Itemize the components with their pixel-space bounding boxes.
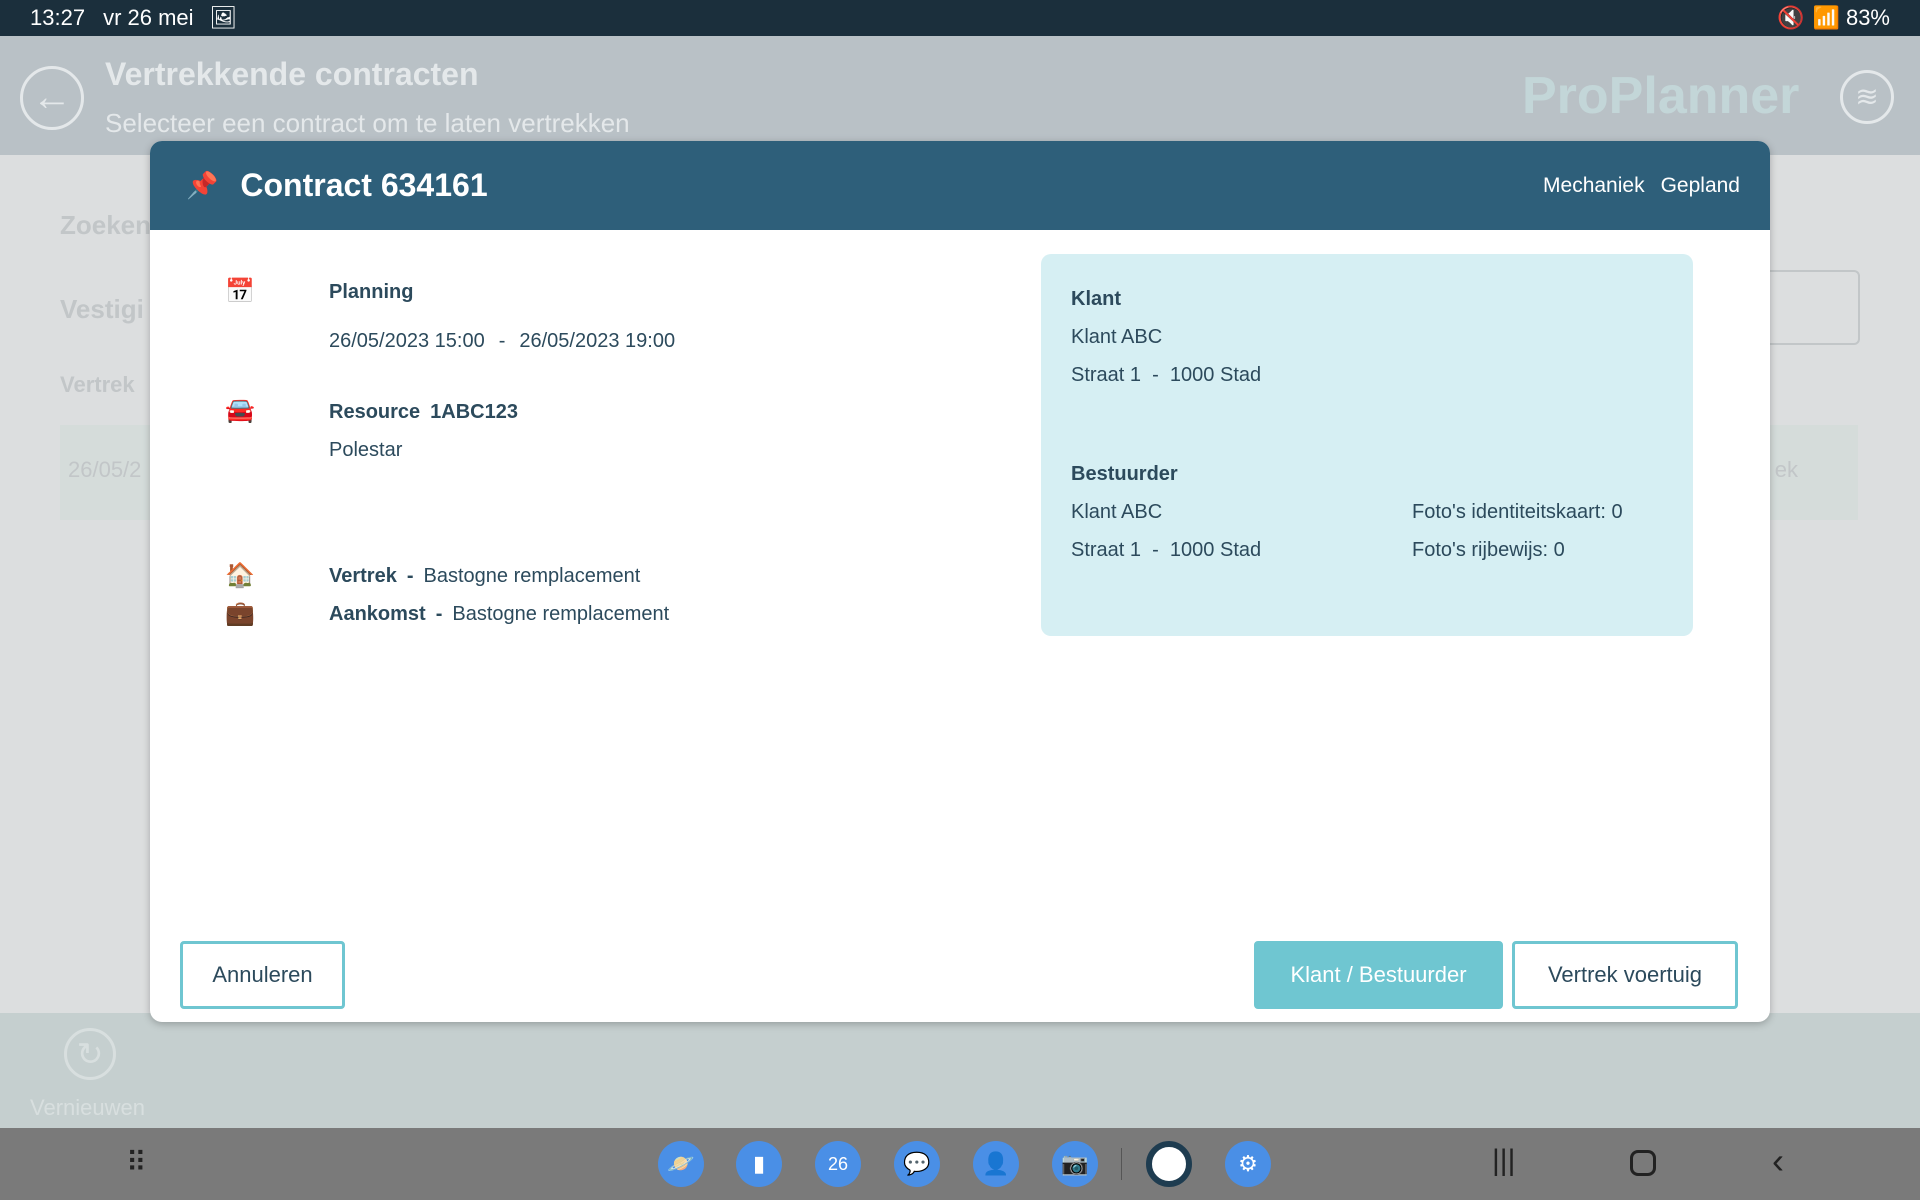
departure-info: Vertrek - Bastogne remplacement [329, 565, 640, 588]
status-bar: 13:27 vr 26 mei 🖼 🔇 📶 83% [0, 0, 1920, 36]
driver-name: Klant ABC [1071, 501, 1163, 523]
settings-icon[interactable]: ⚙ [1225, 1141, 1271, 1187]
arrival-label: Aankomst [329, 603, 426, 625]
contacts-icon[interactable]: 👤 [973, 1141, 1019, 1187]
customer-name: Klant ABC [1071, 326, 1163, 348]
arrival-info: Aankomst - Bastogne remplacement [329, 603, 669, 626]
departure-location: Bastogne remplacement [423, 565, 641, 587]
depart-vehicle-button[interactable]: Vertrek voertuig [1512, 941, 1738, 1009]
browser-icon[interactable]: 🪐 [658, 1141, 704, 1187]
customer-driver-button[interactable]: Klant / Bestuurder [1254, 941, 1503, 1009]
pin-icon[interactable]: 📌 [186, 170, 218, 201]
mute-icon: 🔇 [1777, 5, 1805, 30]
footer-area: ↻ Vernieuwen [0, 1013, 1920, 1128]
navigation-bar: ⠿ 🪐 ▮ 26 💬 👤 📷 ⚙ ||| ‹ [0, 1128, 1920, 1200]
dock-divider [1121, 1148, 1122, 1180]
row-date: 26/05/2 [68, 457, 142, 482]
battery-level: 83% [1845, 5, 1890, 30]
calendar-icon[interactable]: 26 [815, 1141, 861, 1187]
refresh-label: Vernieuwen [30, 1095, 145, 1120]
proplanner-app-icon[interactable] [1146, 1141, 1192, 1187]
license-photos-count: Foto's rijbewijs: 0 [1412, 539, 1565, 561]
departure-label: Vertrek [329, 565, 397, 587]
category-tag: Mechaniek [1543, 173, 1645, 197]
arrival-sep: - [435, 603, 443, 625]
planning-sep: - [498, 330, 506, 352]
planning-range: 26/05/2023 15:00 - 26/05/2023 19:00 [329, 330, 675, 353]
branch-select[interactable] [1760, 270, 1860, 345]
back-icon[interactable]: ← [20, 66, 84, 130]
wifi-status-icon: ≋ [1840, 70, 1894, 124]
back-nav-icon[interactable]: ‹ [1772, 1140, 1784, 1182]
page-subtitle: Selecteer een contract om te laten vertr… [105, 108, 630, 138]
app-header: ← Vertrekkende contracten Selecteer een … [0, 36, 1920, 155]
customer-card: Klant Klant ABC Straat 1 - 1000 Stad Bes… [1041, 254, 1693, 636]
status-time: 13:27 [30, 5, 86, 30]
resource: Resource 1ABC123 [329, 401, 518, 424]
home-icon: 🏠 [225, 562, 255, 589]
camera-icon[interactable]: 📷 [1052, 1141, 1098, 1187]
status-tag: Gepland [1660, 173, 1740, 197]
planning-start: 26/05/2023 15:00 [329, 330, 485, 352]
resource-plate: 1ABC123 [430, 401, 518, 423]
search-label: Zoeken [60, 210, 152, 240]
customer-label: Klant [1071, 288, 1121, 310]
cancel-button[interactable]: Annuleren [180, 941, 345, 1009]
contract-dialog: 📌 Contract 634161 Mechaniek Gepland 📅 Pl… [150, 141, 1770, 1022]
resource-model: Polestar [329, 439, 403, 461]
wifi-icon: 📶 [1812, 5, 1840, 30]
departure-sep: - [406, 565, 414, 587]
dialog-title: Contract 634161 [240, 167, 488, 203]
page-title: Vertrekkende contracten [105, 56, 479, 92]
branch-label: Vestigi [60, 294, 144, 324]
status-date: vr 26 mei [103, 5, 194, 30]
image-icon: 🖼 [209, 5, 238, 30]
id-photos-count: Foto's identiteitskaart: 0 [1412, 501, 1623, 523]
home-icon[interactable] [1630, 1150, 1656, 1176]
arrival-location: Bastogne remplacement [452, 603, 670, 625]
messages-icon[interactable]: 💬 [894, 1141, 940, 1187]
files-icon[interactable]: ▮ [736, 1141, 782, 1187]
driver-label: Bestuurder [1071, 463, 1178, 485]
briefcase-icon: 💼 [225, 600, 255, 627]
planning-label: Planning [329, 281, 414, 303]
planning-end: 26/05/2023 19:00 [519, 330, 676, 352]
resource-label: Resource [329, 401, 421, 423]
departure-label: Vertrek [60, 372, 135, 397]
recents-icon[interactable]: ||| [1492, 1144, 1515, 1178]
calendar-icon: 📅 [225, 278, 255, 305]
dialog-header: 📌 Contract 634161 Mechaniek Gepland [150, 141, 1770, 230]
row-tail: ek [1774, 457, 1798, 482]
customer-address: Straat 1 - 1000 Stad [1071, 364, 1262, 386]
refresh-icon[interactable]: ↻ [64, 1028, 116, 1080]
driver-address: Straat 1 - 1000 Stad [1071, 539, 1262, 561]
brand-logo: ProPlanner [1522, 67, 1800, 125]
car-icon: 🚘 [225, 397, 255, 424]
app-drawer-icon[interactable]: ⠿ [126, 1146, 147, 1179]
